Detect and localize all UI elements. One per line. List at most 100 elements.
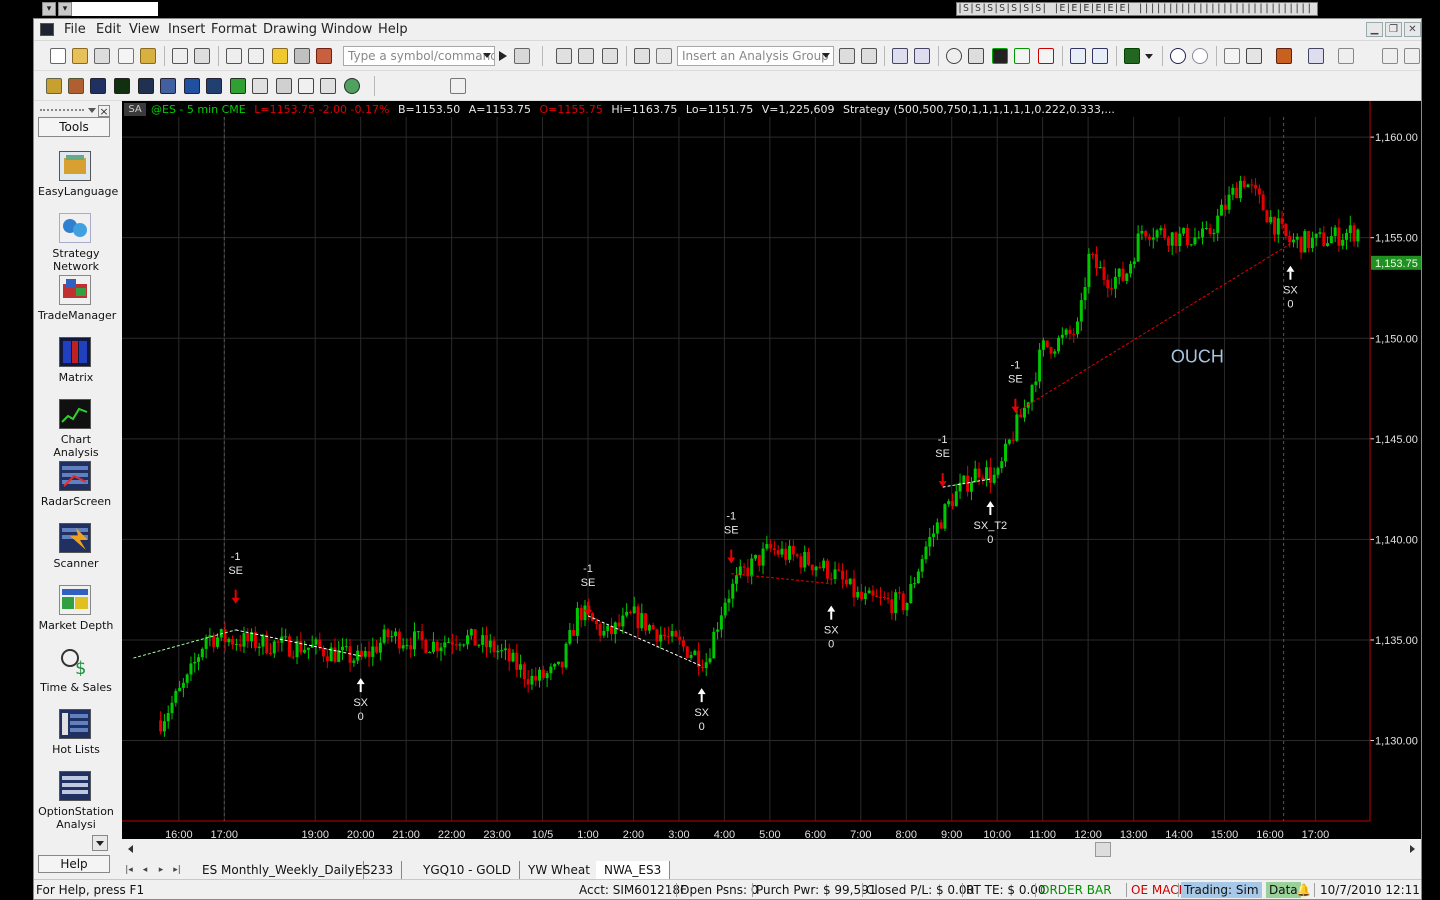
bar-chart-icon[interactable] bbox=[1014, 48, 1030, 64]
tools-grip[interactable]: × bbox=[38, 105, 114, 117]
chart-scrollbar[interactable] bbox=[122, 839, 1421, 861]
folder-icon[interactable] bbox=[140, 48, 156, 64]
clock-icon[interactable] bbox=[946, 48, 962, 64]
tab-ygq10-gold[interactable]: YGQ10 - GOLD bbox=[415, 861, 520, 879]
desktop-icon-13[interactable] bbox=[320, 78, 336, 94]
restore-icon[interactable]: ❐ bbox=[1385, 22, 1402, 37]
indicator-icon[interactable] bbox=[968, 48, 984, 64]
tool-trademanager[interactable]: TradeManager bbox=[38, 275, 116, 333]
status-open-positions[interactable]: Open Psns: 0 bbox=[680, 882, 759, 898]
sa-badge[interactable]: SA bbox=[124, 103, 146, 116]
zoom-in-icon[interactable] bbox=[1170, 48, 1186, 64]
tools-header[interactable]: Tools bbox=[38, 117, 110, 137]
alert-bell-icon[interactable]: 🔔 bbox=[1296, 882, 1311, 898]
desktop-icon-4[interactable] bbox=[114, 78, 130, 94]
chevron-down-icon[interactable] bbox=[88, 108, 96, 113]
lookup-icon[interactable] bbox=[514, 48, 530, 64]
close-icon[interactable]: × bbox=[98, 105, 110, 117]
tab-es233[interactable]: ES233 bbox=[347, 861, 403, 879]
scroll-thumb[interactable] bbox=[1095, 842, 1111, 857]
messages-icon[interactable] bbox=[1338, 48, 1354, 64]
tab-prev-icon[interactable]: ◂ bbox=[138, 863, 152, 877]
tool-optionstation[interactable]: OptionStation Analysi bbox=[38, 771, 114, 831]
crosshair-icon[interactable] bbox=[1246, 48, 1262, 64]
color-icon[interactable] bbox=[1124, 48, 1140, 64]
table-icon[interactable] bbox=[578, 48, 594, 64]
status-purchasing-power[interactable]: Purch Pwr: $ 99,591 bbox=[756, 882, 876, 898]
tool-scanner[interactable]: Scanner bbox=[38, 523, 114, 581]
desktop-icon-1[interactable] bbox=[46, 78, 62, 94]
chart-window[interactable]: 1,160.00 1,155.00 1,150.00 1,145.00 1,140.00… bbox=[122, 101, 1421, 839]
menu-edit[interactable]: Edit bbox=[96, 22, 121, 37]
candle-icon[interactable] bbox=[1038, 48, 1054, 64]
bar-type-icon[interactable] bbox=[634, 48, 650, 64]
close-icon[interactable]: ✕ bbox=[1404, 22, 1421, 37]
status-closed-pl[interactable]: Closed P/L: $ 0.00 bbox=[866, 882, 974, 898]
desktop-icon-7[interactable] bbox=[184, 78, 200, 94]
tab-last-icon[interactable]: ▸| bbox=[170, 863, 184, 877]
desktop-icon-9[interactable] bbox=[230, 78, 246, 94]
tab-es-monthly[interactable]: ES Monthly_Weekly_Daily bbox=[194, 861, 364, 879]
desktop-icon-5[interactable] bbox=[138, 78, 154, 94]
pen-icon[interactable] bbox=[294, 48, 310, 64]
tab-next-icon[interactable]: ▸ bbox=[154, 863, 168, 877]
menu-insert[interactable]: Insert bbox=[168, 22, 205, 37]
status-account[interactable]: Acct: SIM601218F bbox=[579, 882, 687, 898]
desktop-icon-6[interactable] bbox=[160, 78, 176, 94]
desktop-icon-2[interactable] bbox=[68, 78, 84, 94]
strategy-icon[interactable] bbox=[914, 48, 930, 64]
status-order-bar[interactable]: ORDER BAR bbox=[1040, 882, 1112, 898]
tools-help-button[interactable]: Help bbox=[38, 855, 110, 873]
pointer-icon[interactable] bbox=[1224, 48, 1240, 64]
app-icon[interactable] bbox=[40, 23, 54, 36]
analysis-group-select[interactable]: Insert an Analysis Group bbox=[677, 46, 834, 66]
more-icon[interactable] bbox=[1404, 48, 1420, 64]
tab-yw-wheat[interactable]: YW Wheat bbox=[520, 861, 599, 879]
menu-view[interactable]: View bbox=[129, 22, 160, 37]
chevron-down-icon[interactable] bbox=[483, 53, 491, 58]
menu-window[interactable]: Window bbox=[321, 22, 372, 37]
chart-icon[interactable] bbox=[992, 48, 1008, 64]
go-icon[interactable] bbox=[498, 48, 508, 64]
tool-market-depth[interactable]: Market Depth bbox=[38, 585, 114, 643]
percent-icon[interactable] bbox=[450, 78, 466, 94]
tool-strategy-network[interactable]: Strategy Network bbox=[38, 213, 114, 273]
tool-matrix[interactable]: Matrix bbox=[38, 337, 114, 395]
open-icon[interactable] bbox=[72, 48, 88, 64]
minimize-icon[interactable]: ▁ bbox=[1366, 22, 1383, 37]
format-icon[interactable] bbox=[892, 48, 908, 64]
desktop-icon-8[interactable] bbox=[206, 78, 222, 94]
tool-hot-lists[interactable]: Hot Lists bbox=[38, 709, 114, 767]
desktop-icon-10[interactable] bbox=[252, 78, 268, 94]
print-preview-icon[interactable] bbox=[194, 48, 210, 64]
trendline-icon[interactable] bbox=[1070, 48, 1086, 64]
new-icon[interactable] bbox=[50, 48, 66, 64]
status-trading-mode[interactable]: Trading: Sim bbox=[1181, 882, 1262, 898]
chart-canvas[interactable]: 1,160.00 1,155.00 1,150.00 1,145.00 1,140.00… bbox=[122, 101, 1421, 839]
data-window-icon[interactable] bbox=[556, 48, 572, 64]
tools-scroll-down[interactable] bbox=[92, 835, 108, 851]
tool-radarscreen[interactable]: RadarScreen bbox=[38, 461, 114, 519]
tab-nwa-es3[interactable]: NWA_ES3 bbox=[596, 861, 671, 879]
macro-icon[interactable] bbox=[316, 48, 332, 64]
desktop-icon-11[interactable] bbox=[276, 78, 292, 94]
tool-time-sales[interactable]: $ Time & Sales bbox=[38, 647, 114, 705]
order-icon[interactable] bbox=[1308, 48, 1324, 64]
menu-file[interactable]: File bbox=[64, 22, 86, 37]
scroll-left-icon[interactable] bbox=[128, 845, 133, 853]
grid-icon[interactable] bbox=[602, 48, 618, 64]
tools-icon[interactable] bbox=[1276, 48, 1292, 64]
page-icon[interactable] bbox=[118, 48, 134, 64]
zoom-out-icon[interactable] bbox=[1192, 48, 1208, 64]
symbol-input[interactable]: Type a symbol/command bbox=[343, 46, 495, 66]
chevron-down-icon[interactable] bbox=[1144, 48, 1154, 64]
system-menu-icon-2[interactable]: ▾ bbox=[58, 2, 72, 16]
tool-easylanguage[interactable]: EasyLanguage bbox=[38, 151, 118, 209]
copy-window-icon[interactable] bbox=[94, 48, 110, 64]
status-rt-te[interactable]: RT TE: $ 0.00 bbox=[966, 882, 1046, 898]
lock-icon[interactable] bbox=[272, 48, 288, 64]
layout-icon[interactable] bbox=[226, 48, 242, 64]
insert-analysis-icon[interactable] bbox=[839, 48, 855, 64]
menu-format[interactable]: Format bbox=[211, 22, 257, 37]
remove-analysis-icon[interactable] bbox=[861, 48, 877, 64]
